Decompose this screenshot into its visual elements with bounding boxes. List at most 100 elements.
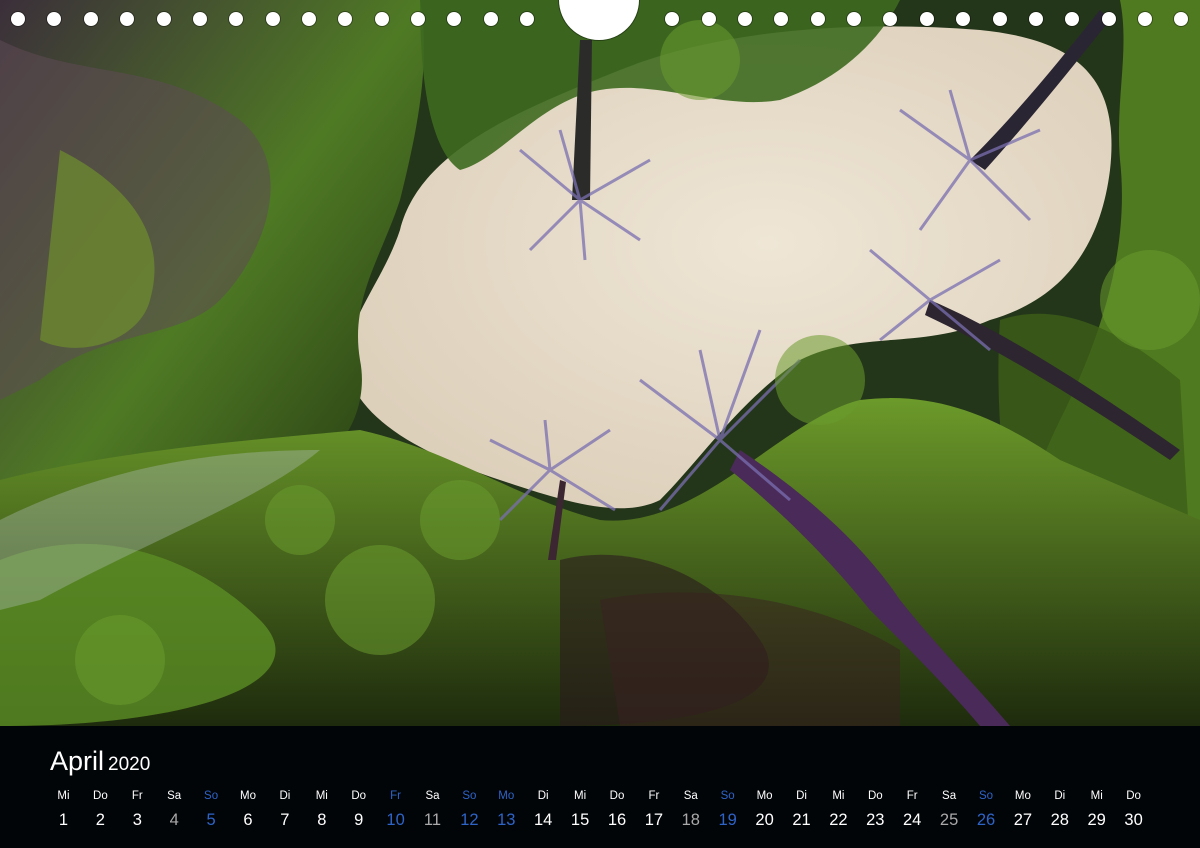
day-number: 22 bbox=[829, 811, 848, 829]
day-cell: Do 2 bbox=[82, 788, 119, 833]
day-number: 26 bbox=[976, 811, 996, 829]
day-number: 28 bbox=[1050, 811, 1069, 829]
binding-hole bbox=[702, 12, 716, 26]
calendar-strip: April 2020 Mi 1 Do 2 Fr 3 Sa 4 So 5 Mo 6 Di 7 Mi 8 Do 9 Fr 1… bbox=[0, 726, 1200, 848]
day-row: Mi 1 Do 2 Fr 3 Sa 4 So 5 Mo 6 Di 7 Mi 8 Do 9 Fr 10 Sa 11 So 12 M… bbox=[45, 788, 1149, 838]
weekday-label: Sa bbox=[683, 790, 698, 802]
binding-hole bbox=[47, 12, 61, 26]
binding-hole bbox=[1102, 12, 1116, 26]
binding-hole bbox=[229, 12, 243, 26]
binding-hole bbox=[484, 12, 498, 26]
weekday-label: Di bbox=[537, 790, 549, 802]
day-cell: Do 23 bbox=[857, 788, 894, 833]
day-cell: Sa 11 bbox=[414, 788, 451, 833]
month-title: April 2020 bbox=[50, 746, 150, 777]
day-number: 10 bbox=[386, 811, 405, 829]
day-number: 8 bbox=[317, 811, 327, 829]
month-name: April bbox=[50, 746, 105, 776]
day-cell: So 5 bbox=[193, 788, 230, 833]
day-cell: Di 14 bbox=[525, 788, 562, 833]
day-number: 15 bbox=[570, 811, 590, 829]
day-number: 11 bbox=[423, 811, 442, 829]
binding-hole bbox=[1174, 12, 1188, 26]
day-cell: Mo 13 bbox=[488, 788, 525, 833]
weekday-label: Mo bbox=[1014, 790, 1031, 802]
day-number: 29 bbox=[1087, 811, 1106, 829]
binding-hole bbox=[520, 12, 534, 26]
day-cell: Mi 1 bbox=[45, 788, 82, 833]
day-number: 1 bbox=[58, 811, 69, 829]
hanger-cutout bbox=[559, 0, 639, 40]
day-number: 16 bbox=[607, 811, 627, 829]
binding-hole bbox=[375, 12, 389, 26]
day-cell: Mo 20 bbox=[746, 788, 783, 833]
weekday-label: Do bbox=[1126, 790, 1141, 802]
day-number: 27 bbox=[1013, 811, 1033, 829]
weekday-label: Fr bbox=[131, 790, 143, 802]
day-cell: Do 16 bbox=[599, 788, 636, 833]
binding-hole bbox=[302, 12, 316, 26]
day-cell: Mi 29 bbox=[1078, 788, 1115, 833]
binding-hole bbox=[338, 12, 352, 26]
weekday-label: Mi bbox=[1090, 790, 1103, 802]
day-number: 5 bbox=[206, 811, 216, 829]
day-number: 4 bbox=[169, 811, 179, 829]
day-number: 2 bbox=[95, 811, 105, 829]
forest-photo bbox=[0, 0, 1200, 726]
day-cell: So 19 bbox=[709, 788, 746, 833]
binding-hole bbox=[157, 12, 171, 26]
day-cell: So 12 bbox=[451, 788, 488, 833]
binding-hole bbox=[956, 12, 970, 26]
day-number: 18 bbox=[681, 811, 700, 829]
day-number: 12 bbox=[460, 811, 479, 829]
day-cell: Mo 6 bbox=[230, 788, 267, 833]
weekday-label: Mo bbox=[240, 790, 256, 802]
weekday-label: So bbox=[204, 790, 219, 802]
day-number: 23 bbox=[866, 811, 885, 829]
weekday-label: Fr bbox=[648, 790, 660, 802]
weekday-label: Do bbox=[351, 790, 367, 802]
weekday-label: Mo bbox=[498, 790, 515, 802]
day-number: 17 bbox=[644, 811, 664, 829]
weekday-label: So bbox=[720, 790, 735, 802]
weekday-label: Sa bbox=[167, 790, 182, 802]
weekday-label: Mi bbox=[832, 790, 845, 802]
day-number: 19 bbox=[718, 811, 737, 829]
day-cell: Fr 10 bbox=[377, 788, 414, 833]
binding-hole bbox=[1029, 12, 1043, 26]
weekday-label: Sa bbox=[425, 790, 440, 802]
binding-hole bbox=[920, 12, 934, 26]
binding-hole bbox=[774, 12, 788, 26]
binding-hole bbox=[120, 12, 134, 26]
weekday-label: Do bbox=[867, 790, 883, 802]
day-cell: Mo 27 bbox=[1004, 788, 1041, 833]
binding-hole bbox=[11, 12, 25, 26]
weekday-label: Mo bbox=[756, 790, 773, 802]
weekday-label: Di bbox=[1054, 790, 1066, 802]
day-cell: Do 30 bbox=[1115, 788, 1152, 833]
weekday-label: Fr bbox=[390, 790, 402, 802]
day-number: 21 bbox=[792, 811, 811, 829]
weekday-label: Mi bbox=[315, 790, 328, 802]
binding-hole bbox=[738, 12, 752, 26]
day-number: 9 bbox=[354, 811, 364, 829]
year-label: 2020 bbox=[108, 754, 151, 775]
binding-hole bbox=[883, 12, 897, 26]
day-cell: Sa 18 bbox=[672, 788, 709, 833]
weekday-label: Di bbox=[279, 790, 291, 802]
binding-hole bbox=[193, 12, 207, 26]
binding-hole bbox=[266, 12, 280, 26]
weekday-label: Fr bbox=[906, 790, 918, 802]
day-cell: Di 7 bbox=[266, 788, 303, 833]
weekday-label: Do bbox=[93, 790, 108, 802]
weekday-label: Di bbox=[796, 790, 807, 802]
day-cell: Mi 22 bbox=[820, 788, 857, 833]
binding-hole bbox=[1065, 12, 1079, 26]
weekday-label: Do bbox=[609, 790, 625, 802]
binding-hole bbox=[811, 12, 825, 26]
day-number: 20 bbox=[755, 811, 774, 829]
day-cell: Fr 3 bbox=[119, 788, 156, 833]
day-cell: Sa 25 bbox=[931, 788, 968, 833]
weekday-label: Mi bbox=[57, 790, 70, 802]
day-cell: So 26 bbox=[968, 788, 1005, 833]
